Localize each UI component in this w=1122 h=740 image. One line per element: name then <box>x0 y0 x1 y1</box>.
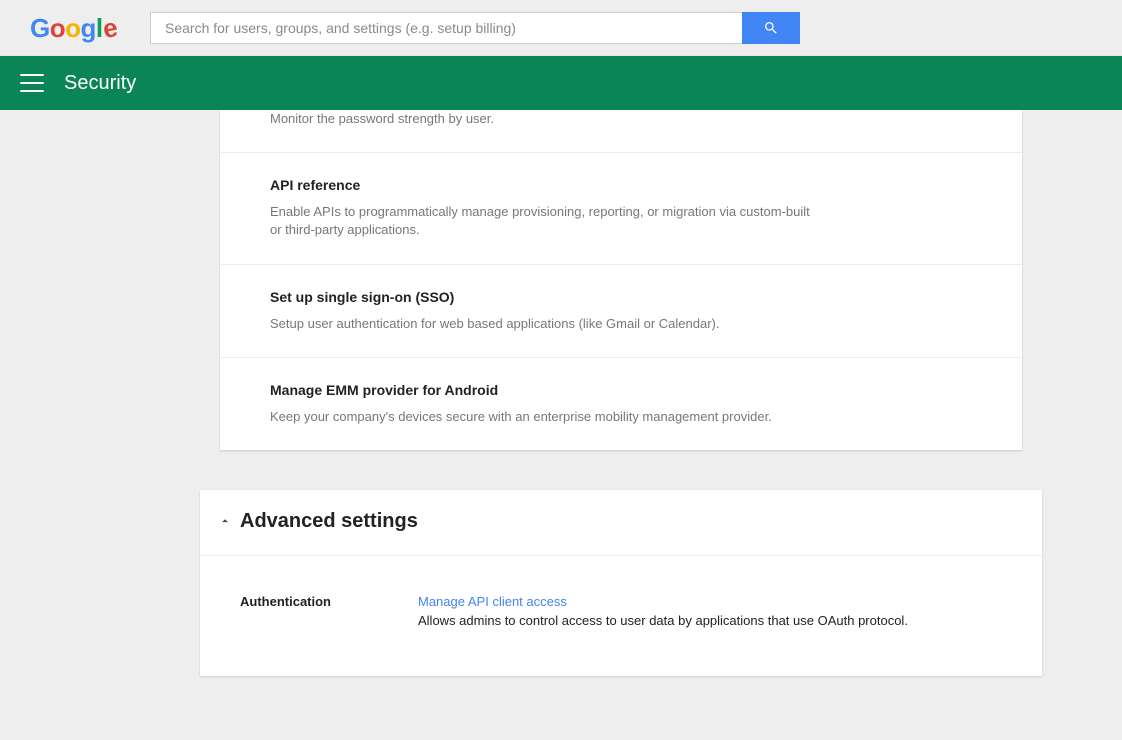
authentication-description: Allows admins to control access to user … <box>418 613 908 628</box>
app-bar: Security <box>0 56 1122 110</box>
card-title: Manage EMM provider for Android <box>270 382 972 398</box>
authentication-content: Manage API client access Allows admins t… <box>418 594 908 628</box>
card-api-reference[interactable]: API reference Enable APIs to programmati… <box>220 153 1022 264</box>
security-card-list: Monitor the password strength by user. A… <box>220 110 1022 450</box>
card-desc: Keep your company's devices secure with … <box>270 408 810 426</box>
top-bar: Google <box>0 0 1122 56</box>
search-button[interactable] <box>742 12 800 44</box>
card-password-monitoring[interactable]: Monitor the password strength by user. <box>220 110 1022 153</box>
google-logo[interactable]: Google <box>30 13 122 43</box>
advanced-settings-body: Authentication Manage API client access … <box>200 556 1042 676</box>
card-desc: Enable APIs to programmatically manage p… <box>270 203 810 239</box>
menu-icon[interactable] <box>20 74 44 92</box>
search-input[interactable] <box>150 12 742 44</box>
authentication-label: Authentication <box>240 594 418 628</box>
advanced-settings-card: Advanced settings Authentication Manage … <box>200 490 1042 676</box>
search-icon <box>763 20 779 36</box>
search-container <box>150 12 800 44</box>
chevron-up-icon <box>218 514 232 528</box>
card-title: Set up single sign-on (SSO) <box>270 289 972 305</box>
advanced-settings-header[interactable]: Advanced settings <box>200 490 1042 556</box>
card-desc: Setup user authentication for web based … <box>270 315 810 333</box>
card-emm-android[interactable]: Manage EMM provider for Android Keep you… <box>220 358 1022 450</box>
content-area: Monitor the password strength by user. A… <box>0 110 1122 740</box>
page-title: Security <box>64 72 136 95</box>
card-desc: Monitor the password strength by user. <box>270 110 810 128</box>
advanced-settings-title: Advanced settings <box>240 510 418 533</box>
manage-api-client-access-link[interactable]: Manage API client access <box>418 594 567 609</box>
card-title: API reference <box>270 177 972 193</box>
card-sso[interactable]: Set up single sign-on (SSO) Setup user a… <box>220 265 1022 358</box>
